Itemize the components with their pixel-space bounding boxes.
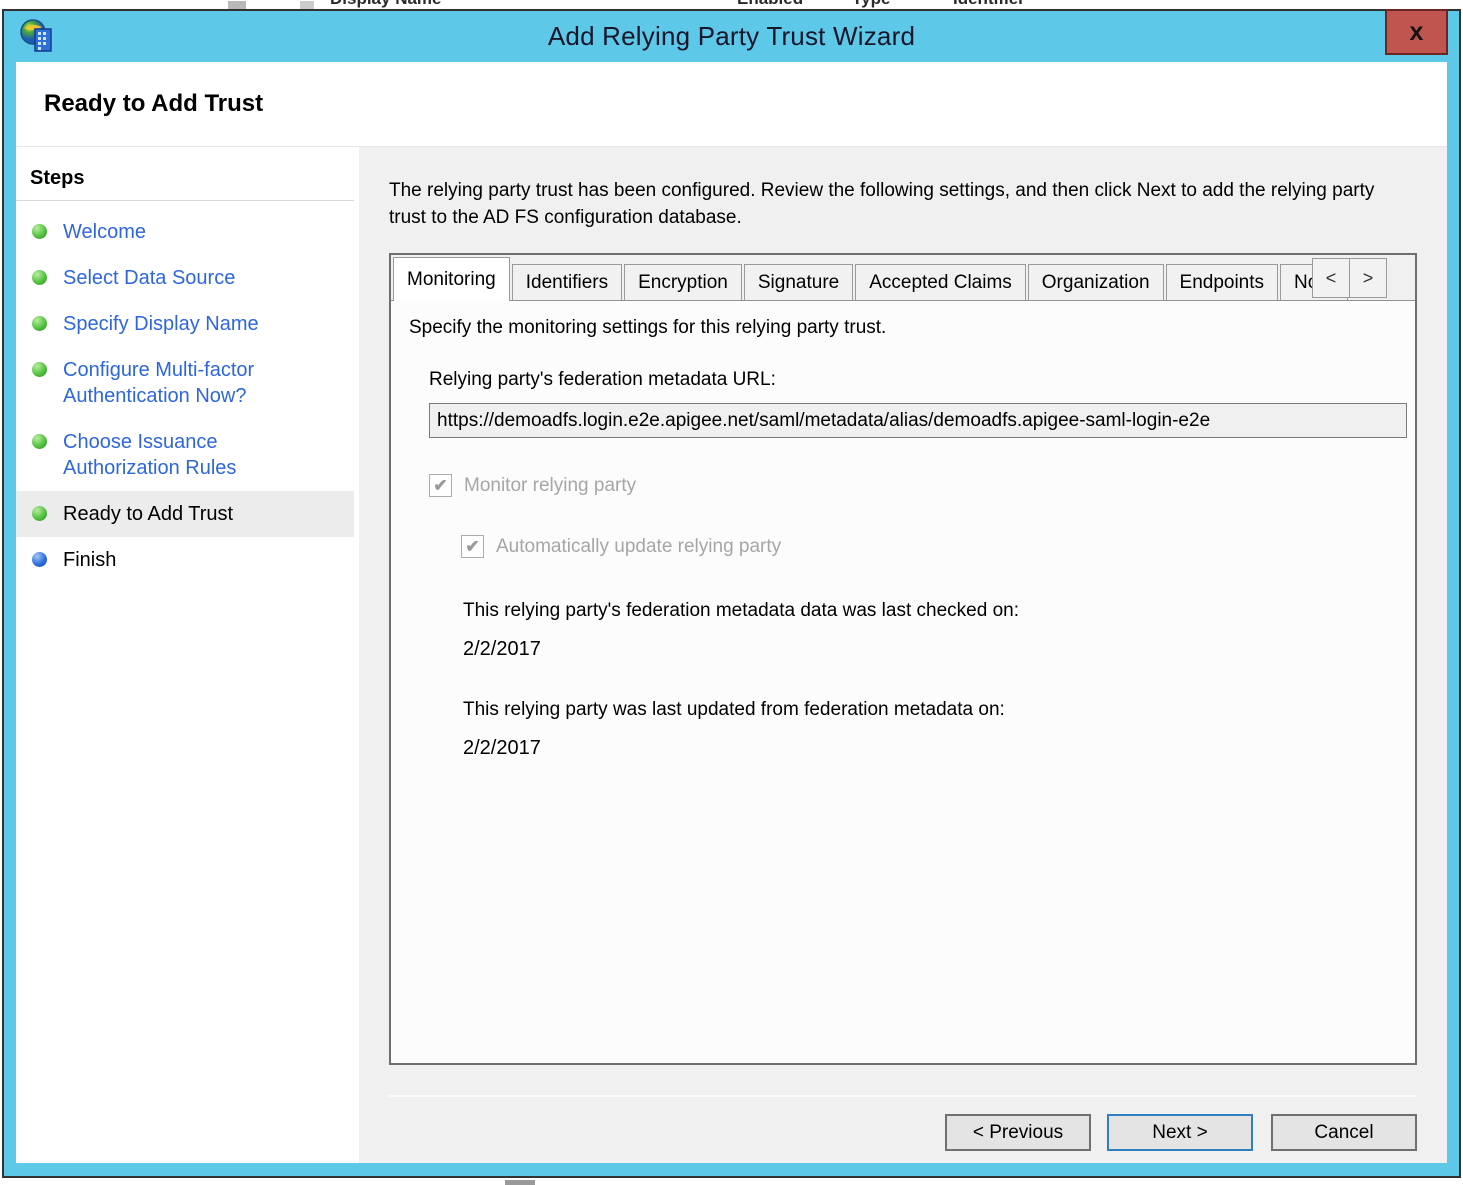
last-updated-label: This relying party was last updated from…	[463, 699, 1391, 721]
step-item-select-data-source[interactable]: Select Data Source	[16, 255, 354, 301]
step-label: Finish	[63, 547, 116, 573]
step-item-welcome[interactable]: Welcome	[16, 209, 354, 255]
chevron-right-icon: >	[1363, 268, 1374, 289]
step-label: Configure Multi-factor Authentication No…	[63, 357, 313, 409]
background-column-header: Type	[852, 0, 890, 9]
tab-scroll-left-button[interactable]: <	[1312, 258, 1350, 298]
step-item-ready-to-add-trust: Ready to Add Trust	[16, 491, 354, 537]
step-completed-bullet-icon	[32, 434, 47, 449]
add-relying-party-trust-wizard-dialog: Add Relying Party Trust Wizard x Ready t…	[2, 9, 1461, 1178]
steps-heading: Steps	[16, 159, 354, 201]
titlebar: Add Relying Party Trust Wizard x	[4, 11, 1459, 62]
page-header: Ready to Add Trust	[16, 62, 1447, 147]
step-label: Specify Display Name	[63, 311, 259, 337]
close-button[interactable]: x	[1385, 9, 1448, 55]
next-button[interactable]: Next >	[1107, 1114, 1253, 1151]
settings-tab-control: Monitoring Identifiers Encryption Signat…	[389, 253, 1417, 1065]
auto-update-relying-party-row: ✔ Automatically update relying party	[461, 535, 1391, 558]
main-pane: The relying party trust has been configu…	[354, 147, 1447, 1163]
last-updated-date: 2/2/2017	[463, 737, 1391, 760]
steps-sidebar: Steps Welcome Select Data Source Specify…	[16, 147, 354, 1163]
step-item-specify-display-name[interactable]: Specify Display Name	[16, 301, 354, 347]
last-checked-date: 2/2/2017	[463, 638, 1391, 661]
tab-endpoints[interactable]: Endpoints	[1166, 264, 1279, 300]
tab-label: Accepted Claims	[869, 272, 1012, 294]
background-scrollbar-fragment	[228, 1, 246, 9]
tab-encryption[interactable]: Encryption	[624, 264, 742, 300]
previous-button[interactable]: < Previous	[945, 1114, 1091, 1151]
step-label: Select Data Source	[63, 265, 235, 291]
tab-organization[interactable]: Organization	[1028, 264, 1164, 300]
window-title: Add Relying Party Trust Wizard	[548, 21, 915, 52]
monitoring-tab-page: Specify the monitoring settings for this…	[391, 301, 1415, 1063]
wizard-footer: < Previous Next > Cancel	[389, 1095, 1417, 1163]
auto-update-relying-party-checkbox: ✔	[461, 535, 484, 558]
tab-identifiers[interactable]: Identifiers	[512, 264, 622, 300]
chevron-left-icon: <	[1326, 268, 1337, 289]
auto-update-relying-party-label: Automatically update relying party	[496, 536, 781, 558]
step-completed-bullet-icon	[32, 316, 47, 331]
step-pending-bullet-icon	[32, 552, 47, 567]
adfs-wizard-icon	[18, 18, 56, 56]
monitor-relying-party-label: Monitor relying party	[464, 475, 636, 497]
step-item-choose-issuance-rules[interactable]: Choose Issuance Authorization Rules	[16, 419, 354, 491]
tab-scroll-right-button[interactable]: >	[1349, 258, 1387, 298]
tab-scroll-buttons: < >	[1313, 258, 1387, 298]
monitoring-instruction: Specify the monitoring settings for this…	[409, 317, 1391, 339]
tab-label: Endpoints	[1180, 272, 1265, 294]
background-column-header: Identifier	[953, 0, 1025, 9]
monitor-relying-party-checkbox: ✔	[429, 474, 452, 497]
step-completed-bullet-icon	[32, 506, 47, 521]
background-fragment	[505, 1180, 535, 1185]
background-column-fragment	[300, 1, 314, 9]
step-label: Ready to Add Trust	[63, 501, 233, 527]
step-label: Welcome	[63, 219, 146, 245]
step-completed-bullet-icon	[32, 224, 47, 239]
background-window-bottom	[0, 1178, 1463, 1185]
monitor-relying-party-row: ✔ Monitor relying party	[429, 474, 1391, 497]
step-item-configure-mfa[interactable]: Configure Multi-factor Authentication No…	[16, 347, 354, 419]
tab-strip: Monitoring Identifiers Encryption Signat…	[391, 255, 1415, 301]
page-title: Ready to Add Trust	[44, 90, 263, 118]
federation-metadata-url-input[interactable]	[429, 403, 1407, 438]
background-column-header: Enabled	[737, 0, 803, 9]
tab-label: Signature	[758, 272, 839, 294]
close-icon: x	[1410, 20, 1424, 45]
tab-accepted-claims[interactable]: Accepted Claims	[855, 264, 1026, 300]
last-checked-label: This relying party's federation metadata…	[463, 600, 1391, 622]
step-completed-bullet-icon	[32, 270, 47, 285]
tab-signature[interactable]: Signature	[744, 264, 853, 300]
background-column-header: Display Name	[330, 0, 442, 9]
intro-text: The relying party trust has been configu…	[389, 177, 1394, 231]
tab-monitoring[interactable]: Monitoring	[393, 257, 510, 301]
tab-label: Monitoring	[407, 269, 496, 291]
federation-metadata-url-label: Relying party's federation metadata URL:	[429, 369, 1391, 391]
background-window-top: Display Name Enabled Type Identifier	[0, 0, 1463, 9]
dialog-body: Ready to Add Trust Steps Welcome Select …	[16, 62, 1447, 1163]
step-item-finish: Finish	[16, 537, 354, 583]
checkmark-icon: ✔	[433, 476, 447, 496]
content-row: Steps Welcome Select Data Source Specify…	[16, 147, 1447, 1163]
step-label: Choose Issuance Authorization Rules	[63, 429, 313, 481]
cancel-button[interactable]: Cancel	[1271, 1114, 1417, 1151]
tab-label: Encryption	[638, 272, 728, 294]
checkmark-icon: ✔	[465, 537, 479, 557]
tab-label: Organization	[1042, 272, 1150, 294]
step-completed-bullet-icon	[32, 362, 47, 377]
tab-label: Identifiers	[526, 272, 608, 294]
